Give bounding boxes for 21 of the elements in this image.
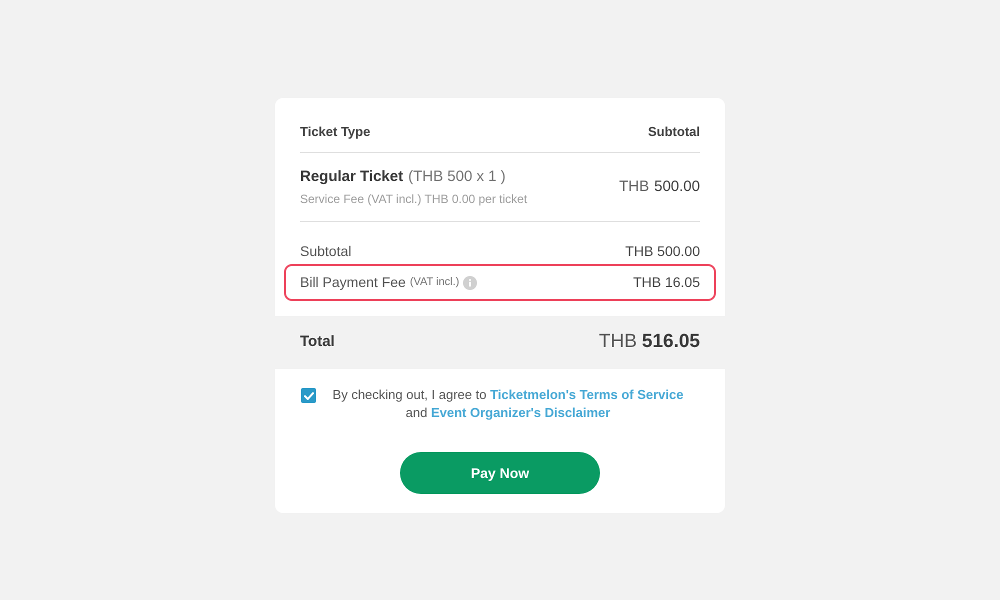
ticket-name: Regular Ticket [300,166,404,187]
ticket-price-detail: (THB 500 x 1 ) [408,166,506,187]
summary-value: THB 500.00 [625,242,700,261]
vat-note: (VAT incl.) [410,275,460,290]
total-amount: 516.05 [642,330,700,354]
policy-link[interactable]: Ticketmelon's Terms of Service [490,387,684,402]
currency-label: THB [619,176,650,197]
ticket-subtotal: 500.00 [654,176,700,197]
column-header: Ticket Type [300,123,370,142]
agreement-text: By checking out, I agree to Ticketmelon's Terms of Service and Event Organizer's Disclaimer [332,386,684,422]
pay-now-button[interactable]: Pay Now [400,452,600,494]
total-label: Total [300,332,335,352]
service-fee-note: Service Fee (VAT incl.) THB 0.00 per ticket [300,191,528,208]
summary-label: Bill Payment Fee [300,273,406,292]
summary-label: Subtotal [300,242,352,261]
currency-label: THB [598,330,637,354]
column-header: Subtotal [648,123,700,142]
policy-link[interactable]: Event Organizer's Disclaimer [430,405,610,420]
agreement-checkbox[interactable] [301,388,316,403]
checkmark-icon [304,392,314,400]
summary-value: THB 16.05 [633,273,700,292]
